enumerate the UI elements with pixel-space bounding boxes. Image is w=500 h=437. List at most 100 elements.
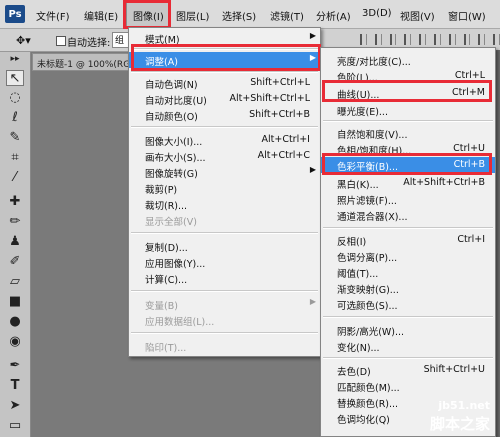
image-menu-adjust[interactable]: 调整(A) ▶ [129,52,320,68]
image-menu-apply-image[interactable]: 应用图像(Y)... [129,254,320,270]
adjust-invert[interactable]: 反相(I) Ctrl+I [321,232,495,248]
adjust-match-color[interactable]: 匹配颜色(M)... [321,378,495,394]
auto-select-checkbox[interactable] [56,36,66,46]
menu-select[interactable]: 选择(S) [222,8,256,23]
submenu-arrow-icon: ▶ [309,53,316,62]
adjust-vibrance[interactable]: 自然饱和度(V)... [321,125,495,141]
path-select-tool-icon[interactable]: ➤ [6,398,24,414]
adjust-hue-saturation[interactable]: 色相/饱和度(H)... Ctrl+U [321,141,495,157]
image-menu-mode[interactable]: 模式(M) ▶ [129,30,320,46]
distribute-icon-2[interactable] [463,34,471,45]
align-hcenter-icon[interactable] [419,34,426,45]
separator [131,126,318,128]
marquee-tool-icon[interactable]: ◌ [6,90,24,106]
image-menu-auto-tone[interactable]: 自动色调(N) Shift+Ctrl+L [129,75,320,91]
image-menu-rotate[interactable]: 图像旋转(G) ▶ [129,164,320,180]
image-menu-reveal-all: 显示全部(V) [145,217,197,228]
stamp-tool-icon[interactable]: ♟ [6,234,24,250]
align-right-icon[interactable] [433,34,441,45]
adjust-shadows-highlights[interactable]: 阴影/高光(W)... [321,322,495,338]
adjust-selective-color[interactable]: 可选颜色(S)... [321,296,495,312]
image-menu-canvas-size[interactable]: 画布大小(S)... Alt+Ctrl+C [129,148,320,164]
separator [323,120,493,122]
history-brush-tool-icon[interactable]: ✐ [6,254,24,270]
tools-panel: ▸▸ ↖ ◌ ℓ ✎ ⌗ ⁄ ✚ ✏ ♟ ✐ ▱ ■ ● ◉ ✒ T ➤ ▭ [0,52,31,437]
menu-image[interactable]: 图像(I) [126,0,171,28]
image-menu: 模式(M) ▶ 调整(A) ▶ 自动色调(N) Shift+Ctrl+L 自动对比度(… [128,27,321,357]
adjust-variations[interactable]: 变化(N)... [321,338,495,354]
adjust-brightness-contrast[interactable]: 亮度/对比度(C)... [321,52,495,68]
distribute-icon-4[interactable] [493,34,500,45]
quick-select-tool-icon[interactable]: ✎ [6,130,24,146]
separator [131,71,318,73]
image-menu-duplicate[interactable]: 复制(D)... [129,238,320,254]
type-tool-icon[interactable]: T [6,378,24,394]
image-menu-auto-contrast[interactable]: 自动对比度(U) Alt+Shift+Ctrl+L [129,91,320,107]
adjust-threshold[interactable]: 阈值(T)... [321,264,495,280]
image-menu-trim[interactable]: 裁切(R)... [129,196,320,212]
adjust-color-balance[interactable]: 色彩平衡(B)... Ctrl+B [321,157,495,173]
shape-tool-icon[interactable]: ▭ [6,418,24,434]
separator [131,48,318,50]
align-vcenter-icon[interactable] [374,34,382,45]
menu-window[interactable]: 窗口(W) [448,8,486,23]
move-tool-icon[interactable]: ↖ [6,70,24,86]
eraser-tool-icon[interactable]: ▱ [6,274,24,290]
adjust-gradient-map[interactable]: 渐变映射(G)... [321,280,495,296]
distribute-icon-3[interactable] [478,34,486,45]
healing-tool-icon[interactable]: ✚ [6,194,24,210]
menu-file[interactable]: 文件(F) [36,8,70,23]
watermark-brand: 脚本之家 [429,415,490,433]
menu-3d[interactable]: 3D(D) [362,8,392,19]
crop-tool-icon[interactable]: ⌗ [6,150,24,166]
watermark-url: jb51.net [438,399,490,412]
align-left-icon[interactable] [404,34,412,45]
watermark: jb51.net 脚本之家 [404,399,494,433]
separator [323,357,493,359]
lasso-tool-icon[interactable]: ℓ [6,110,24,126]
adjustments-submenu: 亮度/对比度(C)... 色阶(L)... Ctrl+L 曲线(U)... Ctrl… [320,47,496,437]
menu-filter[interactable]: 滤镜(T) [270,8,304,23]
align-icons [360,34,500,45]
submenu-arrow-icon: ▶ [309,31,316,40]
align-bottom-icon[interactable] [389,34,397,45]
separator [131,332,318,334]
photoshop-logo: Ps [5,5,25,23]
adjust-channel-mixer[interactable]: 通道混合器(X)... [321,207,495,223]
document-tab[interactable]: 未标题-1 @ 100%(RGB [32,53,132,71]
separator [323,227,493,229]
dodge-tool-icon[interactable]: ◉ [6,334,24,350]
image-menu-trap: 陷印(T)... [145,343,187,354]
separator [323,316,493,318]
adjust-posterize[interactable]: 色调分离(P)... [321,248,495,264]
adjust-curves[interactable]: 曲线(U)... Ctrl+M [321,85,495,101]
image-menu-crop[interactable]: 裁剪(P) [129,180,320,196]
move-tool-icon[interactable]: ✥▾ [16,34,31,47]
adjust-photo-filter[interactable]: 照片滤镜(F)... [321,191,495,207]
submenu-arrow-icon: ▶ [309,297,316,306]
adjust-levels[interactable]: 色阶(L)... Ctrl+L [321,68,495,84]
image-menu-apply-data-set: 应用数据组(L)... [145,317,215,328]
tools-collapse-icon[interactable]: ▸▸ [6,54,24,64]
separator [131,232,318,234]
menu-analysis[interactable]: 分析(A) [316,8,351,23]
adjust-black-white[interactable]: 黑白(K)... Alt+Shift+Ctrl+B [321,175,495,191]
align-top-icon[interactable] [360,34,367,45]
adjust-desaturate[interactable]: 去色(D) Shift+Ctrl+U [321,362,495,378]
menu-edit[interactable]: 编辑(E) [84,8,118,23]
brush-tool-icon[interactable]: ✏ [6,214,24,230]
image-menu-calculations[interactable]: 计算(C)... [129,270,320,286]
blur-tool-icon[interactable]: ● [6,314,24,330]
menu-layer[interactable]: 图层(L) [176,8,209,23]
distribute-icon[interactable] [448,34,456,45]
pen-tool-icon[interactable]: ✒ [6,358,24,374]
image-menu-variables: 变量(B) ▶ [145,297,316,312]
image-menu-image-size[interactable]: 图像大小(I)... Alt+Ctrl+I [129,132,320,148]
menu-bar: Ps 文件(F) 编辑(E) 图像(I) 图层(L) 选择(S) 滤镜(T) 分… [0,0,500,29]
auto-select-label: 自动选择: [67,38,111,49]
image-menu-auto-color[interactable]: 自动颜色(O) Shift+Ctrl+B [129,107,320,123]
menu-view[interactable]: 视图(V) [400,8,435,23]
adjust-exposure[interactable]: 曝光度(E)... [321,102,495,118]
gradient-tool-icon[interactable]: ■ [6,294,24,310]
eyedropper-tool-icon[interactable]: ⁄ [6,170,24,186]
